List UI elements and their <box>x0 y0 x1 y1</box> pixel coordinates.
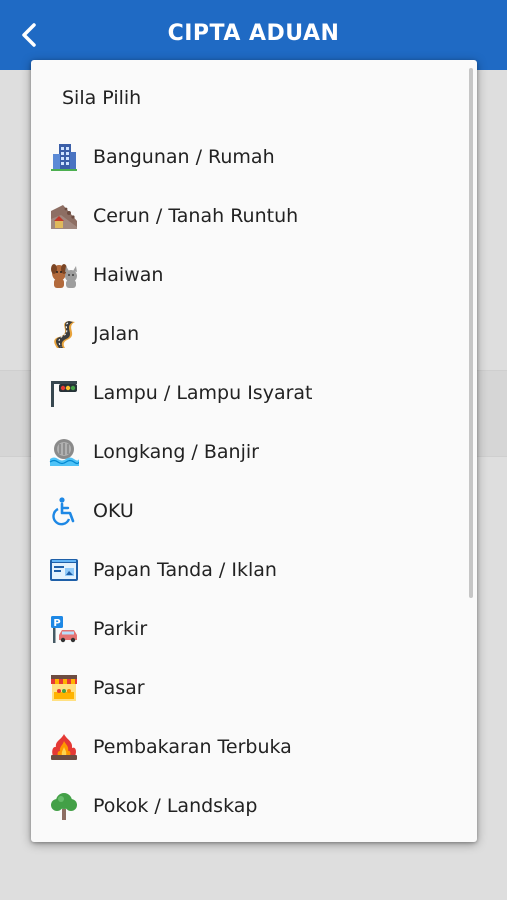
option-label: Sila Pilih <box>62 87 142 109</box>
landslide-icon <box>49 201 79 231</box>
open-burning-icon <box>49 732 79 762</box>
dropdown-option-cerun[interactable]: Cerun / Tanah Runtuh <box>31 188 461 244</box>
option-label: Pembakaran Terbuka <box>93 736 292 758</box>
tree-icon <box>49 791 79 821</box>
dropdown-option-pasar[interactable]: Pasar <box>31 660 461 716</box>
dropdown-option-oku[interactable]: OKU <box>31 483 461 539</box>
option-label: Haiwan <box>93 264 164 286</box>
option-label: OKU <box>93 500 134 522</box>
option-label: Pokok / Landskap <box>93 795 258 817</box>
billboard-icon <box>49 555 79 585</box>
dropdown-option-longkang[interactable]: Longkang / Banjir <box>31 424 461 480</box>
option-label: Bangunan / Rumah <box>93 146 275 168</box>
dropdown-option-bangunan[interactable]: Bangunan / Rumah <box>31 129 461 185</box>
wheelchair-icon <box>49 496 79 526</box>
traffic-light-icon <box>49 378 79 408</box>
drain-flood-icon <box>49 437 79 467</box>
option-label: Papan Tanda / Iklan <box>93 559 277 581</box>
option-label: Jalan <box>93 323 140 345</box>
option-label: Pasar <box>93 677 145 699</box>
dropdown-scrollbar[interactable] <box>469 68 473 598</box>
dropdown-option-lampu[interactable]: Lampu / Lampu Isyarat <box>31 365 461 421</box>
dropdown-option-haiwan[interactable]: Haiwan <box>31 247 461 303</box>
dropdown-option-placeholder[interactable]: Sila Pilih <box>31 70 461 126</box>
animals-icon <box>49 260 79 290</box>
building-icon <box>49 142 79 172</box>
dropdown-option-pembakaran[interactable]: Pembakaran Terbuka <box>31 719 461 775</box>
category-dropdown[interactable]: Sila Pilih Bangunan / Rumah Cerun / Tana… <box>31 60 477 842</box>
market-icon <box>49 673 79 703</box>
road-icon <box>49 319 79 349</box>
dropdown-option-pokok[interactable]: Pokok / Landskap <box>31 778 461 834</box>
option-label: Longkang / Banjir <box>93 441 259 463</box>
option-label: Cerun / Tanah Runtuh <box>93 205 299 227</box>
dropdown-option-jalan[interactable]: Jalan <box>31 306 461 362</box>
dropdown-option-parkir[interactable]: P Parkir <box>31 601 461 657</box>
option-label: Lampu / Lampu Isyarat <box>93 382 313 404</box>
page-title: CIPTA ADUAN <box>167 21 340 46</box>
svg-text:P: P <box>53 618 60 629</box>
option-label: Parkir <box>93 618 148 640</box>
parking-icon: P <box>49 614 79 644</box>
dropdown-option-papan-tanda[interactable]: Papan Tanda / Iklan <box>31 542 461 598</box>
